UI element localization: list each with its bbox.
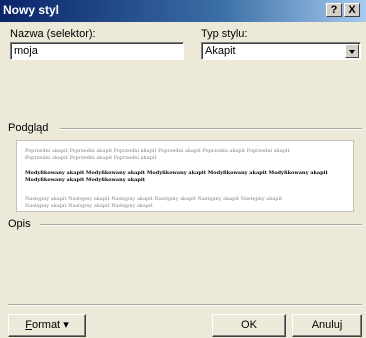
preview-line: Następny akapit Następny akapit Następny…: [25, 196, 283, 202]
preview-line: Modyfikowany akapit Modyfikowany akapit: [25, 177, 146, 183]
format-accesskey: F: [25, 319, 32, 331]
title-bar[interactable]: Nowy styl ? X: [0, 0, 366, 22]
preview-next-paragraph: Następny akapit Następny akapit Następny…: [25, 196, 282, 210]
description-divider: [40, 224, 362, 226]
preview-modified-paragraph: Modyfikowany akapit Modyfikowany akapit …: [25, 170, 328, 184]
style-type-value: Akapit: [205, 45, 236, 57]
preview-line: Modyfikowany akapit Modyfikowany akapit …: [25, 170, 328, 176]
cancel-button[interactable]: Anuluj: [292, 314, 362, 337]
name-input[interactable]: moja: [10, 42, 184, 60]
preview-divider: [60, 128, 362, 130]
ok-button[interactable]: OK: [212, 314, 286, 337]
help-button[interactable]: ?: [326, 3, 342, 17]
preview-line: Poprzedni akapit Poprzedni akapit Poprze…: [25, 155, 157, 161]
footer-divider: [8, 304, 362, 306]
format-label: ormat: [32, 319, 61, 331]
format-arrow-icon: ▾: [63, 319, 69, 331]
chevron-down-icon[interactable]: [345, 44, 359, 58]
style-type-select[interactable]: Akapit: [201, 42, 361, 60]
style-type-label: Typ stylu:: [201, 28, 248, 40]
dialog-title: Nowy styl: [3, 3, 60, 17]
format-button[interactable]: Format ▾: [8, 314, 86, 337]
preview-line: Poprzedni akapit Poprzedni akapit Poprze…: [25, 148, 290, 154]
preview-pane: Poprzedni akapit Poprzedni akapit Poprze…: [16, 140, 354, 212]
preview-previous-paragraph: Poprzedni akapit Poprzedni akapit Poprze…: [25, 148, 290, 162]
name-label: Nazwa (selektor):: [10, 28, 96, 40]
preview-line: Następny akapit Następny akapit Następny…: [25, 203, 153, 209]
name-input-value: moja: [14, 45, 38, 57]
preview-group-label: Podgląd: [8, 122, 49, 134]
close-button[interactable]: X: [344, 3, 360, 17]
description-area: [8, 228, 354, 302]
new-style-dialog: Nowy styl ? X Nazwa (selektor): moja Typ…: [0, 0, 366, 338]
